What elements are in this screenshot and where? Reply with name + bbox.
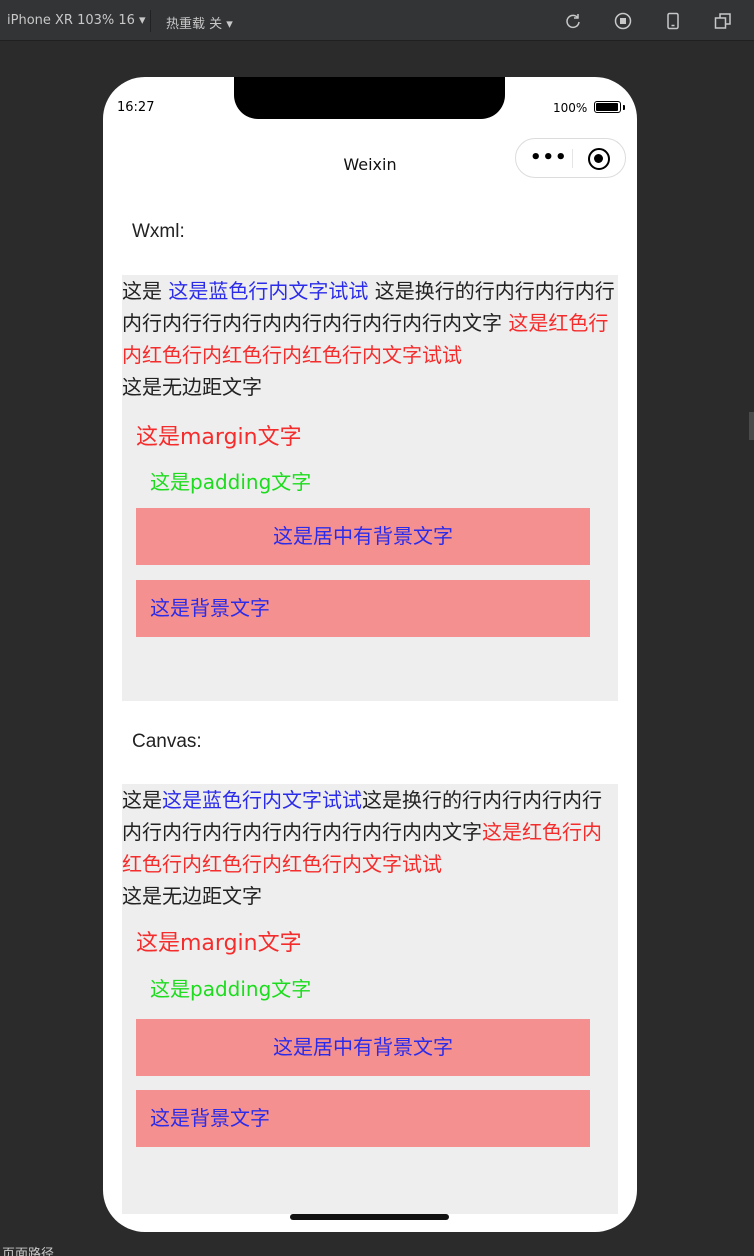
wxml-bg-box: 这是背景文字 xyxy=(136,580,590,637)
battery-cap xyxy=(623,105,625,110)
record-icon[interactable] xyxy=(614,12,632,30)
wxml-no-margin-text: 这是无边距文字 xyxy=(122,375,262,399)
canvas-padding-text: 这是padding文字 xyxy=(150,977,312,1001)
wxml-section-title: Wxml: xyxy=(132,221,185,242)
more-icon[interactable]: ••• xyxy=(530,149,568,167)
canvas-section-title: Canvas: xyxy=(132,731,202,752)
refresh-icon[interactable] xyxy=(564,12,582,30)
menu-capsule: ••• xyxy=(515,138,626,178)
devtools-toolbar: iPhone XR 103% 16 ▾ 热重载 关 ▾ xyxy=(0,0,754,41)
close-target-icon[interactable] xyxy=(588,148,610,170)
canvas-margin-text: 这是margin文字 xyxy=(136,931,302,956)
wxml-block: 这是 这是蓝色行内文字试试 这是换行的行内行内行内行内行内行行内行内内行内行内行… xyxy=(122,275,618,701)
scrollbar-thumb[interactable] xyxy=(749,412,754,440)
canvas-text-prefix: 这是 xyxy=(122,788,162,812)
canvas-blue-text: 这是蓝色行内文字试试 xyxy=(162,788,362,812)
phone-notch xyxy=(234,77,505,119)
wxml-padding-text: 这是padding文字 xyxy=(150,470,312,494)
canvas-no-margin-text: 这是无边距文字 xyxy=(122,884,262,908)
capsule-divider xyxy=(572,149,573,168)
toolbar-divider xyxy=(150,10,151,32)
home-indicator xyxy=(290,1214,449,1220)
phone-simulator: 16:27 100% Weixin ••• Wxml: 这是 这是蓝色行内文字试… xyxy=(103,77,637,1232)
battery-fill xyxy=(596,103,618,111)
phone-icon[interactable] xyxy=(664,12,682,30)
canvas-bg-box: 这是背景文字 xyxy=(136,1090,590,1147)
window-icon[interactable] xyxy=(714,12,732,30)
devtools-bottom-bar: 页面路径 xyxy=(0,1246,754,1256)
device-selector[interactable]: iPhone XR 103% 16 ▾ xyxy=(7,13,146,28)
wxml-center-bg-box: 这是居中有背景文字 xyxy=(136,508,590,565)
wxml-margin-text: 这是margin文字 xyxy=(136,425,302,450)
wxml-inline-paragraph: 这是 这是蓝色行内文字试试 这是换行的行内行内行内行内行内行行内行内内行内行内行… xyxy=(122,275,618,403)
battery-percentage: 100% xyxy=(553,101,588,115)
wxml-blue-text: 这是蓝色行内文字试试 xyxy=(168,279,369,303)
page-path-label[interactable]: 页面路径 xyxy=(2,1246,54,1256)
status-time: 16:27 xyxy=(117,100,155,115)
battery-icon xyxy=(594,101,621,113)
canvas-inline-paragraph: 这是这是蓝色行内文字试试这是换行的行内行内行内行内行内行内行内行内行内行内行内内… xyxy=(122,784,618,912)
hot-reload-toggle[interactable]: 热重载 关 ▾ xyxy=(166,13,233,32)
wxml-text-prefix: 这是 xyxy=(122,279,169,303)
canvas-block: 这是这是蓝色行内文字试试这是换行的行内行内行内行内行内行内行内行内行内行内行内内… xyxy=(122,784,618,1214)
canvas-center-bg-box: 这是居中有背景文字 xyxy=(136,1019,590,1076)
